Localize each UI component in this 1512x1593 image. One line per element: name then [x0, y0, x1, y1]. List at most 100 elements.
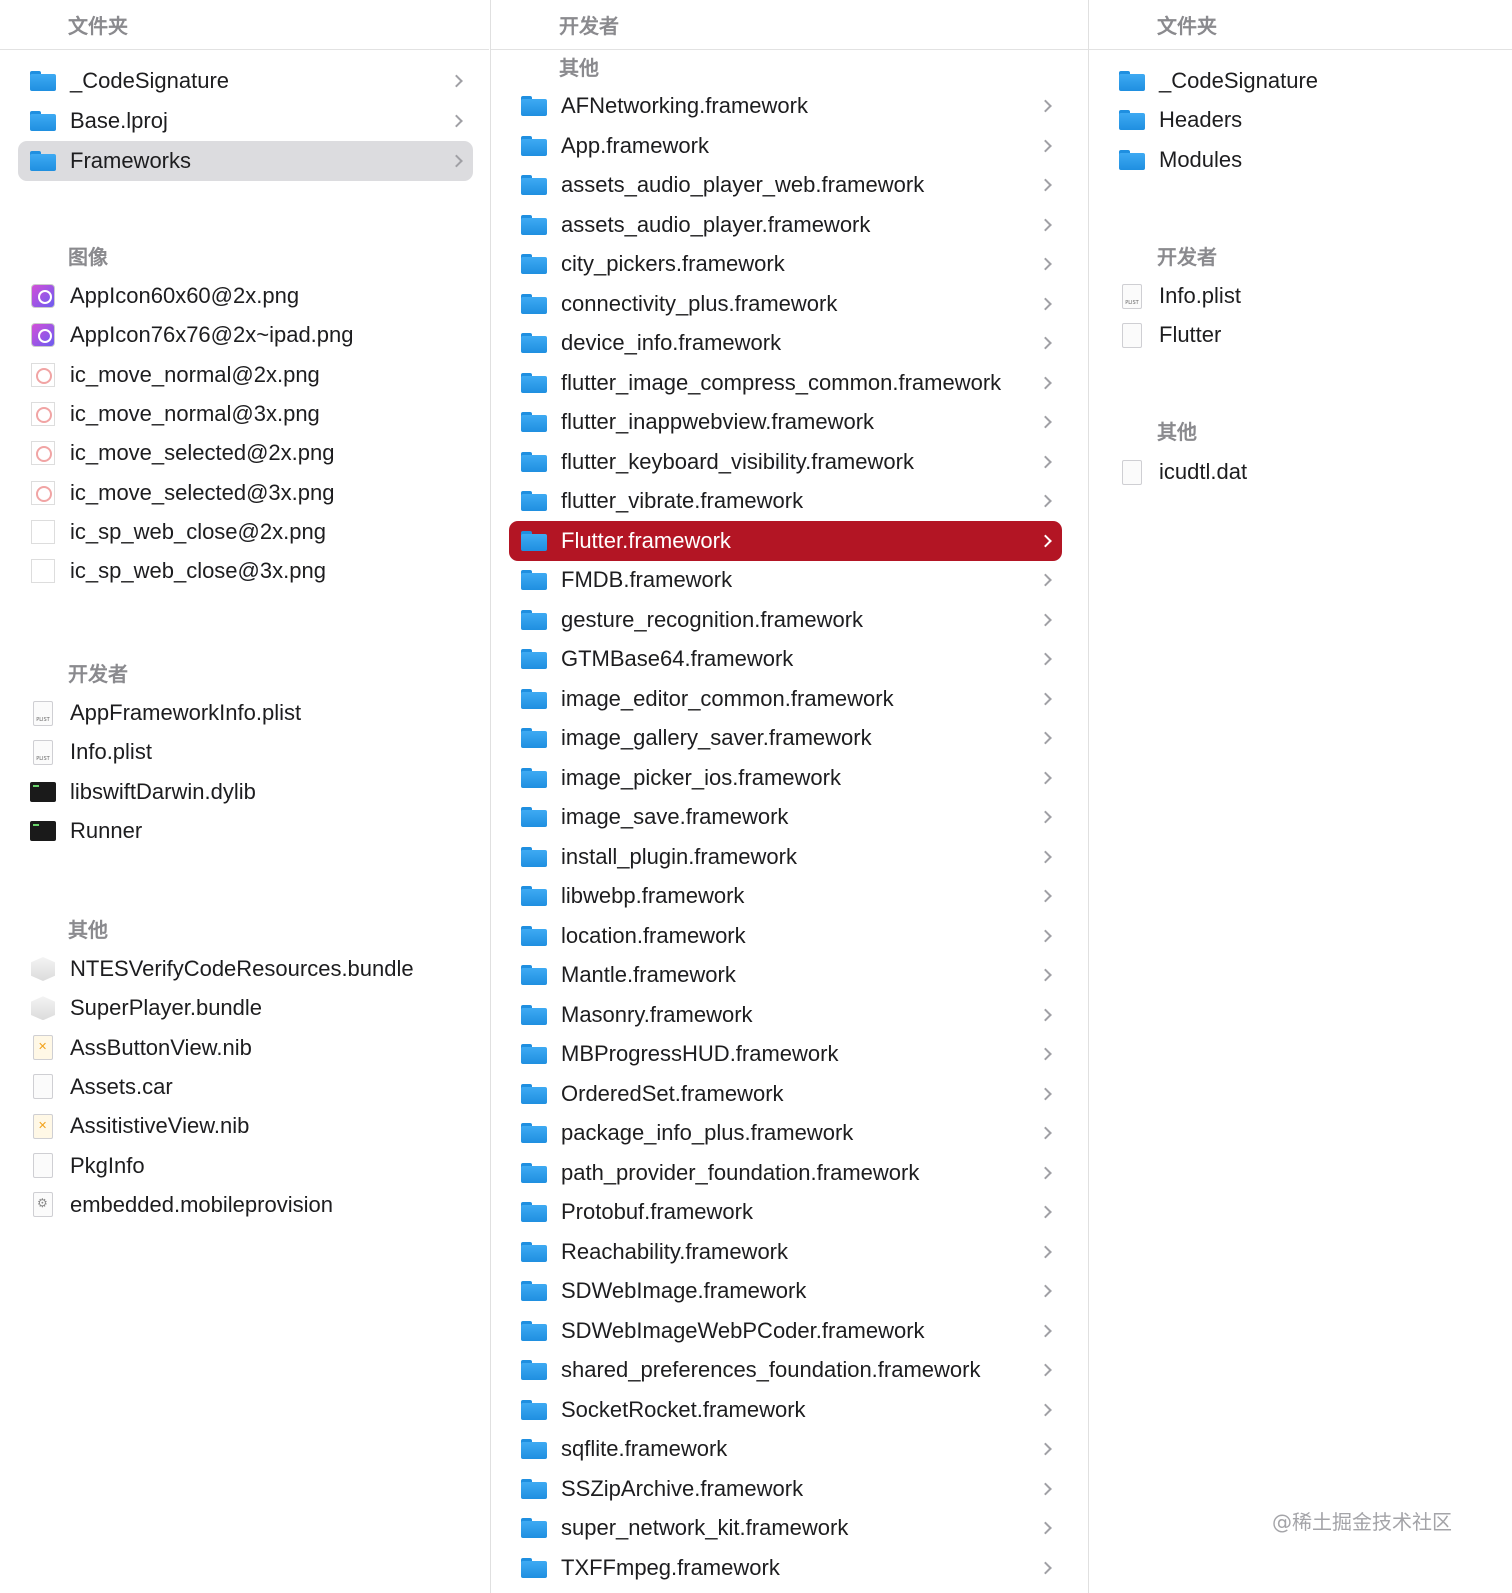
framework-row[interactable]: path_provider_foundation.framework	[509, 1153, 1062, 1193]
framework-row[interactable]: flutter_vibrate.framework	[509, 481, 1062, 521]
framework-row[interactable]: SSZipArchive.framework	[509, 1469, 1062, 1509]
framework-row[interactable]: SDWebImageWebPCoder.framework	[509, 1311, 1062, 1351]
folder-row-codesignature[interactable]: _CodeSignature	[18, 61, 473, 101]
row-label: ic_sp_web_close@2x.png	[70, 518, 326, 544]
folder-icon	[521, 647, 547, 671]
framework-row[interactable]: MBProgressHUD.framework	[509, 1034, 1062, 1074]
framework-row[interactable]: sqflite.framework	[509, 1429, 1062, 1469]
framework-row[interactable]: location.framework	[509, 916, 1062, 956]
other-file-row[interactable]: SuperPlayer.bundle	[18, 988, 473, 1028]
row-label: ic_move_selected@2x.png	[70, 440, 335, 466]
framework-row[interactable]: device_info.framework	[509, 323, 1062, 363]
other-file-row[interactable]: embedded.mobileprovision	[18, 1185, 473, 1225]
row-label: city_pickers.framework	[561, 251, 785, 276]
framework-row[interactable]: flutter_inappwebview.framework	[509, 402, 1062, 442]
developer-file-row[interactable]: Info.plist	[18, 732, 473, 772]
chevron-right-icon	[1039, 297, 1052, 310]
folder-icon	[521, 726, 547, 750]
developer-file-row[interactable]: AppFrameworkInfo.plist	[18, 693, 473, 733]
chevron-right-icon	[1039, 1324, 1052, 1337]
other-file-row[interactable]: AssButtonView.nib	[18, 1028, 473, 1068]
row-label: Info.plist	[70, 739, 152, 765]
image-file-row[interactable]: ic_move_normal@2x.png	[18, 355, 473, 395]
folder-row[interactable]: Headers	[1107, 100, 1497, 140]
framework-row[interactable]: image_gallery_saver.framework	[509, 718, 1062, 758]
chevron-right-icon	[1039, 1047, 1052, 1061]
developer-file-row[interactable]: libswiftDarwin.dylib	[18, 772, 473, 812]
image-file-row[interactable]: ic_sp_web_close@2x.png	[18, 512, 473, 552]
framework-row[interactable]: SocketRocket.framework	[509, 1390, 1062, 1430]
developer-file-row[interactable]: Flutter	[1107, 315, 1497, 355]
framework-row[interactable]: Protobuf.framework	[509, 1192, 1062, 1232]
framework-row[interactable]: assets_audio_player.framework	[509, 205, 1062, 245]
row-label: path_provider_foundation.framework	[561, 1159, 920, 1185]
framework-row[interactable]: package_info_plus.framework	[509, 1113, 1062, 1153]
folder-row[interactable]: Modules	[1107, 140, 1497, 180]
image-file-row[interactable]: ic_move_selected@2x.png	[18, 433, 473, 473]
chevron-right-icon	[1039, 731, 1052, 745]
framework-row[interactable]: super_network_kit.framework	[509, 1508, 1062, 1548]
folder-icon	[521, 1358, 547, 1382]
row-label: package_info_plus.framework	[561, 1120, 854, 1145]
framework-row[interactable]: city_pickers.framework	[509, 244, 1062, 284]
folder-icon	[521, 924, 547, 948]
framework-row[interactable]: AFNetworking.framework	[509, 86, 1062, 126]
folder-icon	[521, 173, 547, 197]
folder-row[interactable]: _CodeSignature	[1107, 61, 1497, 101]
other-file-row[interactable]: AssitistiveView.nib	[18, 1106, 473, 1146]
other-file-row[interactable]: icudtl.dat	[1107, 452, 1497, 492]
framework-row[interactable]: assets_audio_player_web.framework	[509, 165, 1062, 205]
framework-row[interactable]: install_plugin.framework	[509, 837, 1062, 877]
folder-row-base-lproj[interactable]: Base.lproj	[18, 101, 473, 141]
framework-row[interactable]: GTMBase64.framework	[509, 639, 1062, 679]
other-file-row[interactable]: Assets.car	[18, 1067, 473, 1107]
plist-file-icon	[1119, 283, 1145, 309]
framework-row[interactable]: libwebp.framework	[509, 876, 1062, 916]
image-file-row[interactable]: AppIcon76x76@2x~ipad.png	[18, 315, 473, 355]
framework-row[interactable]: Masonry.framework	[509, 995, 1062, 1035]
image-file-row[interactable]: ic_move_selected@3x.png	[18, 473, 473, 513]
framework-row[interactable]: image_picker_ios.framework	[509, 758, 1062, 798]
framework-row[interactable]: TXFFmpeg.framework	[509, 1548, 1062, 1588]
developer-file-row[interactable]: Info.plist	[1107, 276, 1497, 316]
image-file-row[interactable]: AppIcon60x60@2x.png	[18, 276, 473, 316]
framework-row[interactable]: App.framework	[509, 126, 1062, 166]
row-label: connectivity_plus.framework	[561, 290, 838, 316]
framework-row[interactable]: image_editor_common.framework	[509, 679, 1062, 719]
framework-row[interactable]: OrderedSet.framework	[509, 1074, 1062, 1114]
framework-row[interactable]: flutter_keyboard_visibility.framework	[509, 442, 1062, 482]
folder-icon	[521, 94, 547, 118]
framework-row[interactable]: image_save.framework	[509, 797, 1062, 837]
framework-row[interactable]: flutter_image_compress_common.framework	[509, 363, 1062, 403]
row-label: install_plugin.framework	[561, 843, 797, 869]
chevron-right-icon	[1039, 1403, 1052, 1416]
row-label: device_info.framework	[561, 330, 782, 355]
chevron-right-icon	[450, 114, 463, 128]
folder-icon	[521, 331, 547, 355]
framework-row[interactable]: FMDB.framework	[509, 560, 1062, 600]
row-label: Frameworks	[70, 148, 192, 173]
framework-row[interactable]: Flutter.framework	[509, 520, 1062, 561]
row-label: assets_audio_player_web.framework	[561, 172, 925, 197]
framework-row[interactable]: SDWebImage.framework	[509, 1271, 1062, 1311]
executable-icon	[30, 819, 56, 843]
framework-row[interactable]: Reachability.framework	[509, 1232, 1062, 1272]
other-file-row[interactable]: PkgInfo	[18, 1146, 473, 1186]
column-header: 开发者	[491, 0, 1089, 50]
framework-row[interactable]: Mantle.framework	[509, 955, 1062, 995]
image-file-row[interactable]: ic_move_normal@3x.png	[18, 394, 473, 434]
row-label: libswiftDarwin.dylib	[70, 778, 256, 804]
chevron-right-icon	[1039, 494, 1052, 508]
folder-row-frameworks[interactable]: Frameworks	[18, 141, 473, 181]
framework-row[interactable]: gesture_recognition.framework	[509, 600, 1062, 640]
image-file-row[interactable]: ic_sp_web_close@3x.png	[18, 551, 473, 591]
folder-icon	[521, 213, 547, 237]
row-label: SocketRocket.framework	[561, 1396, 806, 1422]
row-label: Protobuf.framework	[561, 1199, 753, 1224]
developer-file-row[interactable]: Runner	[18, 811, 473, 851]
row-label: flutter_image_compress_common.framework	[561, 369, 1002, 395]
other-file-row[interactable]: NTESVerifyCodeResources.bundle	[18, 949, 473, 989]
framework-row[interactable]: connectivity_plus.framework	[509, 284, 1062, 324]
row-label: flutter_keyboard_visibility.framework	[561, 448, 914, 474]
framework-row[interactable]: shared_preferences_foundation.framework	[509, 1350, 1062, 1390]
